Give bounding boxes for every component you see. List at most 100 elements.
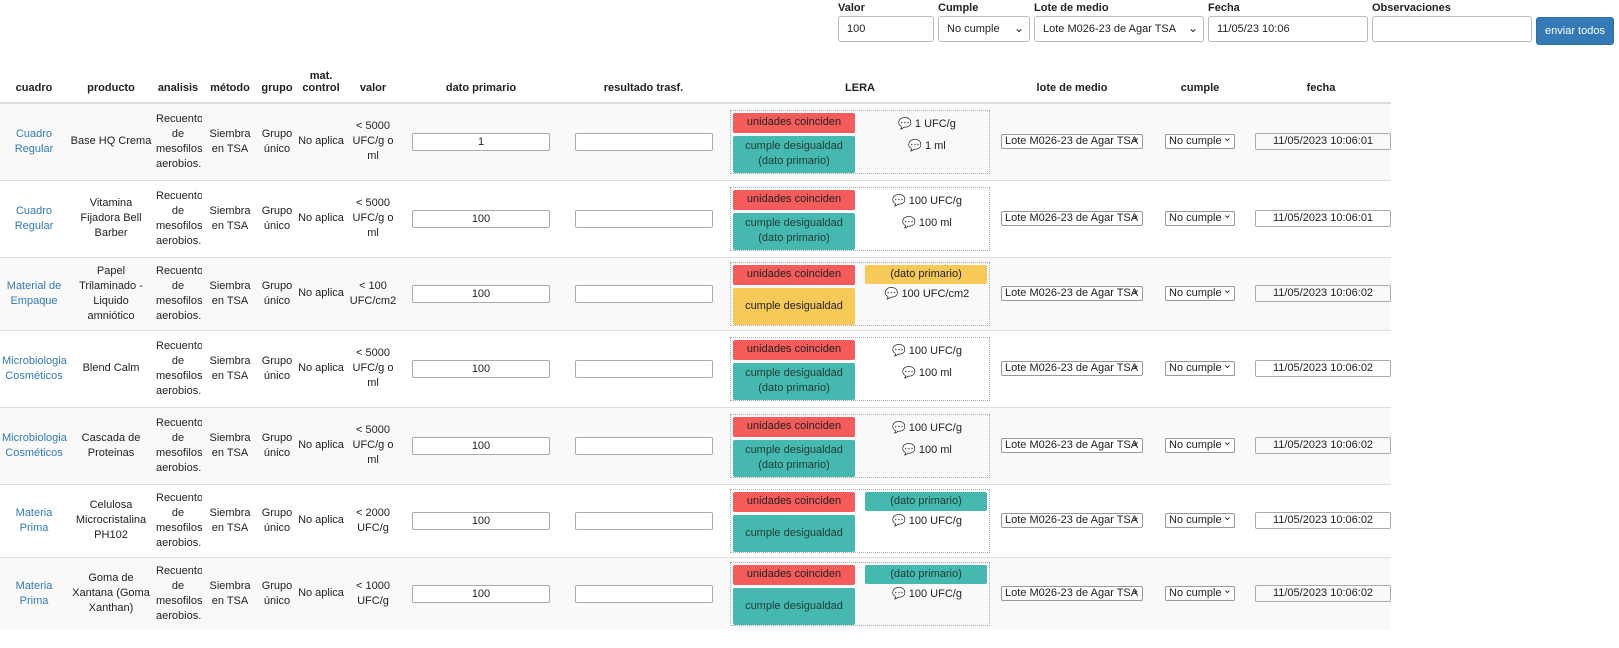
col-lote: lote de medio [995,52,1149,104]
comment-note: 💬 100 UFC/cm2 [884,287,970,300]
valor-cell: < 1000 UFC/g [346,556,400,630]
matcontrol-cell: No aplica [296,483,346,557]
dato-primario-cell: 100 [400,179,562,257]
producto-cell: Celulosa Microcristalina PH102 [68,483,154,557]
col-analisis: analisis [154,52,202,104]
fecha-input[interactable]: 11/05/2023 10:06:02 [1255,285,1391,302]
table-row: Material de Empaque Papel Trilaminado - L… [0,256,1391,330]
lote-cell: Lote M026-23 de Agar TSA [995,483,1149,557]
observaciones-input[interactable] [1372,16,1532,42]
col-valor: valor [346,52,400,104]
resultado-trasf-input[interactable] [574,209,713,228]
cumple-select[interactable]: No cumple [1165,284,1235,301]
cuadro-link[interactable]: Materia Prima [16,580,53,607]
cuadro-link[interactable]: Cuadro Regular [15,205,54,232]
grupo-cell: Grupo único [258,256,296,330]
producto-cell: Vitamina Fijadora Bell Barber [68,179,154,257]
dato-primario-input[interactable]: 100 [412,284,550,303]
cuadro-link[interactable]: Materia Prima [16,507,53,534]
observaciones-label: Observaciones [1372,2,1451,14]
comment-note: 💬 100 UFC/g [892,587,962,600]
resultado-trasf-cell [562,102,725,180]
fecha-input[interactable]: 11/05/2023 10:06:01 [1255,133,1391,151]
lote-select[interactable]: Lote M026-23 de Agar TSA [1001,584,1143,602]
lote-select[interactable]: Lote M026-23 de Agar TSA [1001,132,1143,150]
cuadro-cell[interactable]: Cuadro Regular [0,102,68,180]
fecha-input[interactable]: 11/05/2023 10:06:02 [1255,437,1391,454]
lote-select[interactable]: Lote M026-23 de Agar TSA [1034,16,1204,42]
dato-primario-input[interactable]: 100 [412,359,550,378]
dato-primario-input[interactable]: 100 [412,209,550,228]
producto-cell: Cascada de Proteinas [68,406,154,484]
cumple-desigualdad-badge: cumple desigualdad (dato primario) [733,135,855,173]
dato-primario-input[interactable]: 100 [412,584,550,603]
resultado-trasf-input[interactable] [574,284,713,303]
unidades-coinciden-badge: unidades coinciden [733,564,855,585]
cumple-desigualdad-badge: cumple desigualdad (dato primario) [733,362,855,400]
cumple-desigualdad-badge: cumple desigualdad [733,514,855,552]
valor-cell: < 100 UFC/cm2 [346,256,400,330]
lera-cell: unidades coinciden cumple desigualdad (dat… [725,483,995,557]
fecha-input[interactable]: 11/05/2023 10:06:02 [1255,360,1391,377]
col-metodo: método [202,52,258,104]
cumple-select[interactable]: No cumple [938,16,1030,42]
valor-cell: < 5000 UFC/g o ml [346,329,400,407]
comment-note: 💬 100 UFC/g [892,344,962,357]
lera-cell: unidades coinciden cumple desigualdad (dat… [725,256,995,330]
valor-cell: < 5000 UFC/g o ml [346,406,400,484]
cuadro-cell[interactable]: Materia Prima [0,556,68,630]
analisis-cell: Recuento de mesofilos aerobios. [154,329,202,407]
col-matcontrol: mat. control [296,52,346,104]
enviar-todos-button[interactable]: enviar todos [1536,17,1614,45]
resultado-trasf-input[interactable] [574,436,713,455]
cumple-select[interactable]: No cumple [1165,436,1235,453]
lote-select[interactable]: Lote M026-23 de Agar TSA [1001,284,1143,301]
dato-primario-input[interactable]: 100 [412,511,550,530]
matcontrol-cell: No aplica [296,256,346,330]
matcontrol-cell: No aplica [296,179,346,257]
dato-primario-input[interactable]: 1 [412,132,550,151]
unidades-coinciden-badge: unidades coinciden [733,416,855,437]
cumple-select[interactable]: No cumple [1165,209,1235,226]
lote-select[interactable]: Lote M026-23 de Agar TSA [1001,511,1143,528]
cumple-select[interactable]: No cumple [1165,511,1235,528]
cuadro-cell[interactable]: Microbiologia Cosméticos [0,329,68,407]
dato-primario-cell: 1 [400,102,562,180]
metodo-cell: Siembra en TSA [202,406,258,484]
fecha-input[interactable]: 11/05/2023 10:06:01 [1255,210,1391,227]
resultado-trasf-input[interactable] [574,511,713,530]
lote-select[interactable]: Lote M026-23 de Agar TSA [1001,209,1143,226]
cuadro-link[interactable]: Material de Empaque [7,280,61,307]
dato-primario-cell: 100 [400,406,562,484]
analisis-cell: Recuento de mesofilos aerobios. [154,483,202,557]
lera-box: unidades coinciden cumple desigualdad (dat… [730,413,990,478]
unidades-coinciden-badge: unidades coinciden [733,112,855,133]
cumple-select[interactable]: No cumple [1165,584,1235,602]
lote-select[interactable]: Lote M026-23 de Agar TSA [1001,436,1143,453]
cuadro-link[interactable]: Microbiologia Cosméticos [2,355,67,382]
dato-primario-input[interactable]: 100 [412,436,550,455]
resultado-trasf-input[interactable] [574,132,713,151]
valor-input[interactable]: 100 [838,16,934,42]
cuadro-cell[interactable]: Materia Prima [0,483,68,557]
resultado-trasf-input[interactable] [574,359,713,378]
fecha-cell: 11/05/2023 10:06:02 [1251,256,1391,330]
col-resultado-trasf: resultado trasf. [562,52,725,104]
cumple-select[interactable]: No cumple [1165,359,1235,376]
cuadro-cell[interactable]: Cuadro Regular [0,179,68,257]
grupo-cell: Grupo único [258,179,296,257]
fecha-cell: 11/05/2023 10:06:02 [1251,556,1391,630]
cuadro-cell[interactable]: Material de Empaque [0,256,68,330]
cumple-cell: No cumple [1149,556,1251,630]
cuadro-link[interactable]: Cuadro Regular [15,128,54,155]
resultado-trasf-input[interactable] [574,584,713,603]
cuadro-link[interactable]: Microbiologia Cosméticos [2,432,67,459]
cuadro-cell[interactable]: Microbiologia Cosméticos [0,406,68,484]
fecha-input[interactable]: 11/05/2023 10:06:02 [1255,585,1391,603]
cumple-select[interactable]: No cumple [1165,132,1235,150]
col-cuadro: cuadro [0,52,68,104]
fecha-input[interactable]: 11/05/23 10:06 [1208,16,1368,42]
fecha-input[interactable]: 11/05/2023 10:06:02 [1255,512,1391,529]
metodo-cell: Siembra en TSA [202,102,258,180]
lote-select[interactable]: Lote M026-23 de Agar TSA [1001,359,1143,376]
